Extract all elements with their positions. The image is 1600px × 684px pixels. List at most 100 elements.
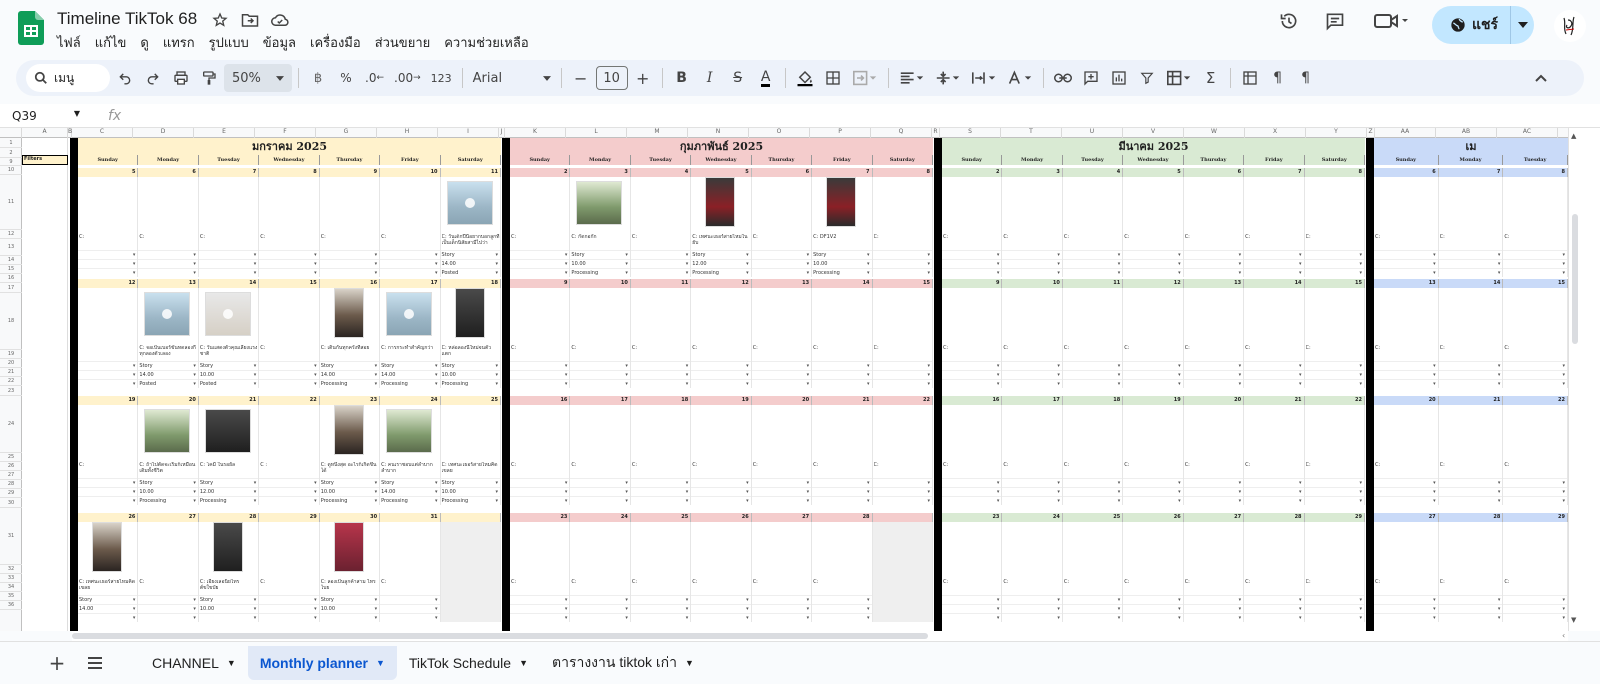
day-cell[interactable]: C: <box>510 177 571 278</box>
row-header[interactable]: 15 <box>0 265 22 274</box>
time-dropdown[interactable] <box>1123 487 1183 497</box>
date-cell[interactable]: 27 <box>752 513 813 522</box>
caption-cell[interactable]: C: <box>1504 345 1562 358</box>
column-header[interactable]: Q <box>871 128 932 138</box>
time-dropdown[interactable] <box>812 604 872 614</box>
date-cell[interactable]: 7 <box>1439 168 1504 177</box>
date-cell[interactable]: 5 <box>1123 168 1184 177</box>
date-cell[interactable]: 19 <box>691 396 752 405</box>
time-dropdown[interactable] <box>691 487 751 497</box>
caption-cell[interactable]: C: <box>381 234 439 247</box>
time-dropdown[interactable] <box>259 604 319 614</box>
type-dropdown[interactable]: Story <box>440 250 500 260</box>
status-dropdown[interactable]: Processing <box>198 496 259 506</box>
date-cell[interactable]: 12 <box>691 279 752 288</box>
sheet-tab-channel[interactable]: CHANNEL ▼ <box>140 646 248 680</box>
time-dropdown[interactable] <box>1503 370 1568 380</box>
day-cell[interactable]: C: เดินกันทุกครั้งที่สอย Story14.00Proces… <box>319 288 381 389</box>
column-header[interactable]: M <box>627 128 688 138</box>
type-dropdown[interactable]: Story <box>138 361 198 371</box>
day-cell[interactable] <box>78 288 139 389</box>
time-dropdown[interactable] <box>78 259 138 269</box>
time-dropdown[interactable]: 14.00 <box>138 370 198 380</box>
status-dropdown[interactable] <box>1304 268 1364 278</box>
day-cell[interactable]: C: <box>259 522 320 623</box>
date-cell[interactable]: 20 <box>138 396 199 405</box>
day-cell[interactable]: C: <box>1304 288 1365 389</box>
type-dropdown[interactable] <box>630 595 691 605</box>
status-dropdown[interactable]: Processing <box>440 379 500 389</box>
day-cell[interactable]: C: <box>198 177 260 278</box>
date-cell[interactable]: 29 <box>259 513 320 522</box>
time-dropdown[interactable] <box>510 604 570 614</box>
vertical-align-icon[interactable] <box>931 64 965 92</box>
day-cell[interactable]: C: <box>751 288 813 389</box>
status-dropdown[interactable]: Posted <box>440 268 500 278</box>
time-dropdown[interactable] <box>1304 604 1364 614</box>
caption-cell[interactable]: C: <box>692 462 750 475</box>
status-dropdown[interactable] <box>1062 379 1123 389</box>
day-cell[interactable]: C: <box>510 405 571 506</box>
status-dropdown[interactable] <box>691 613 751 623</box>
move-folder-icon[interactable] <box>240 10 260 30</box>
time-dropdown[interactable] <box>1002 487 1062 497</box>
type-dropdown[interactable] <box>1062 595 1123 605</box>
column-header[interactable]: S <box>940 128 1001 138</box>
time-dropdown[interactable] <box>78 487 138 497</box>
type-dropdown[interactable]: Story <box>440 361 500 371</box>
day-cell[interactable]: C: <box>942 522 1003 623</box>
status-dropdown[interactable] <box>1374 379 1438 389</box>
caption-cell[interactable]: C: <box>1440 579 1498 592</box>
caption-cell[interactable]: C: <box>1124 579 1182 592</box>
caption-cell[interactable]: C: <box>874 462 932 475</box>
caption-cell[interactable]: C: กัดกอกัก <box>571 234 629 247</box>
time-dropdown[interactable] <box>1374 259 1438 269</box>
status-dropdown[interactable] <box>1123 379 1183 389</box>
time-dropdown[interactable] <box>942 487 1002 497</box>
time-dropdown[interactable] <box>1374 604 1438 614</box>
caption-cell[interactable]: C: <box>1064 234 1122 247</box>
font-select[interactable]: Arial <box>469 64 555 92</box>
spreadsheet-grid[interactable]: A B C D E F G H I J K L M N O P Q R S T U V W X Y Z AA AB AC 1 2 9 10 11… <box>0 128 1568 631</box>
month-title[interactable]: กุมภาพันธ์ 2025 <box>510 138 933 155</box>
time-dropdown[interactable] <box>1438 370 1503 380</box>
column-header[interactable]: AC <box>1497 128 1558 138</box>
row-header[interactable]: 35 <box>0 592 22 601</box>
freeze-icon[interactable] <box>1237 64 1263 92</box>
date-cell[interactable]: 26 <box>78 513 139 522</box>
type-dropdown[interactable] <box>1123 595 1183 605</box>
video-thumbnail[interactable] <box>204 409 251 453</box>
date-cell[interactable]: 27 <box>1184 513 1245 522</box>
time-dropdown[interactable] <box>1244 604 1304 614</box>
type-dropdown[interactable]: Story <box>198 595 259 605</box>
date-cell[interactable]: 8 <box>873 168 933 177</box>
day-cell[interactable]: C: <box>1374 177 1439 278</box>
date-cell[interactable]: 7 <box>1244 168 1305 177</box>
meet-icon[interactable] <box>1370 8 1414 34</box>
caption-cell[interactable]: C: <box>260 345 318 358</box>
status-dropdown[interactable]: Posted <box>198 379 259 389</box>
caption-cell[interactable]: C: <box>632 462 690 475</box>
column-header[interactable]: E <box>194 128 255 138</box>
column-header[interactable]: Y <box>1306 128 1367 138</box>
time-dropdown[interactable] <box>510 487 570 497</box>
date-cell[interactable]: 9 <box>510 279 571 288</box>
video-thumbnail[interactable] <box>144 409 191 453</box>
cloud-status-icon[interactable] <box>270 10 290 30</box>
day-cell[interactable]: C: <box>1123 177 1184 278</box>
time-dropdown[interactable] <box>1123 370 1183 380</box>
video-thumbnail[interactable] <box>576 181 623 225</box>
status-dropdown[interactable]: Processing <box>812 268 872 278</box>
row-header[interactable]: 31 <box>0 508 22 565</box>
type-dropdown[interactable] <box>872 478 932 488</box>
decrease-decimal-button[interactable]: .0 ← <box>361 64 388 92</box>
row-header[interactable]: 2 <box>0 148 22 158</box>
time-dropdown[interactable] <box>380 604 440 614</box>
day-cell[interactable]: C: <box>691 405 752 506</box>
day-cell[interactable]: C: <box>1374 288 1439 389</box>
type-dropdown[interactable] <box>872 361 932 371</box>
status-dropdown[interactable] <box>1123 496 1183 506</box>
status-dropdown[interactable] <box>259 613 319 623</box>
day-cell[interactable]: C: <box>1503 405 1568 506</box>
date-cell[interactable]: 9 <box>320 168 381 177</box>
